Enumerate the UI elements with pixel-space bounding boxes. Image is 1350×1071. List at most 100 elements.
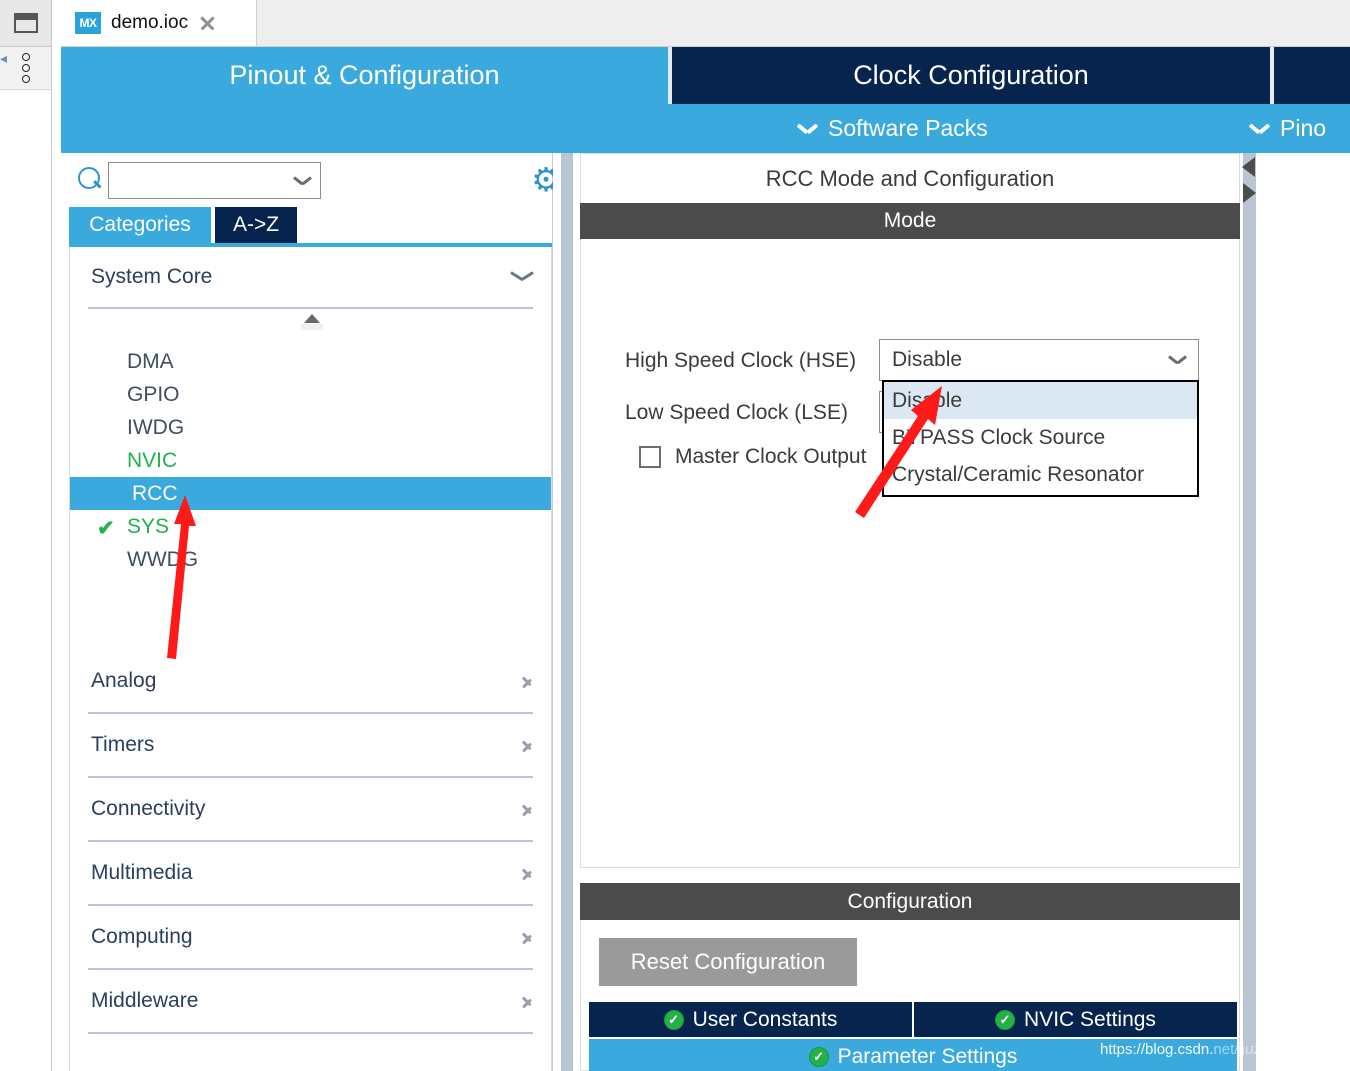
lse-label-row: Low Speed Clock (LSE) [625,401,848,425]
sidebar-item-gpio-label: GPIO [127,382,180,406]
file-tab-strip: MX demo.ioc [61,0,1350,47]
sidebar-group-system-core[interactable]: System Core [70,247,551,307]
file-tab-label: demo.ioc [111,12,189,33]
check-circle-icon: ✓ [995,1009,1016,1030]
check-icon: ✔ [97,517,115,540]
dropdown-option-disable[interactable]: Disable [884,382,1197,419]
search-row: ⚙ [61,153,561,206]
sub-tab-bar: Software Packs Pino [61,104,1350,153]
dropdown-option-crystal-ceramic-resonator[interactable]: Crystal/Ceramic Resonator [884,456,1197,493]
chevron-right-icon[interactable] [521,799,533,819]
sidebar-item-wwdg-label: WWDG [127,547,199,571]
tab-pinout-configuration-label: Pinout & Configuration [229,60,500,90]
sidebar-item-sys-label: SYS [127,514,170,538]
mode-section-header: Mode [580,203,1240,239]
tab-user-constants-label: User Constants [692,1007,838,1031]
sidebar-category-computing[interactable]: Computing [70,906,551,968]
tree-scroll-indicator[interactable] [70,309,551,345]
stm32cubemx-window: ◂ MX demo.ioc Pinout & Configuration Clo… [0,0,1350,1071]
sidebar-category-analog[interactable]: Analog [70,650,551,712]
gutter-bar[interactable] [561,153,573,1071]
rcc-panel: RCC Mode and Configuration Mode High Spe… [580,153,1240,1071]
sidebar-item-nvic-label: NVIC [127,448,178,472]
hse-label-row: High Speed Clock (HSE) [625,349,856,373]
sidebar-category-middleware[interactable]: Middleware [70,970,551,1032]
sub-item-pinout[interactable]: Pino [1250,115,1326,142]
chevron-right-icon[interactable] [521,991,533,1011]
dropdown-option-bypass-clock-source-label: BYPASS Clock Source [892,425,1106,449]
arrow-left-icon[interactable] [1242,157,1255,177]
master-clock-output-row[interactable]: Master Clock Output [639,445,866,469]
chevron-down-icon[interactable] [1169,355,1186,365]
chevron-right-icon[interactable] [521,927,533,947]
file-tab-demo-ioc[interactable]: MX demo.ioc [61,0,257,46]
tab-clock-configuration[interactable]: Clock Configuration [672,47,1270,104]
sidebar-category-connectivity-label: Connectivity [91,797,206,820]
chevron-right-icon[interactable] [521,735,533,755]
chevron-right-icon[interactable] [521,671,533,691]
configuration-tab-row: ✓ User Constants ✓ NVIC Settings [589,1002,1237,1037]
sidebar-tab-a-to-z[interactable]: A->Z [215,207,297,243]
sub-item-software-packs[interactable]: Software Packs [798,115,988,142]
left-rail: ◂ [0,0,52,1071]
hse-mode-value: Disable [892,348,963,371]
close-icon[interactable] [198,14,216,32]
chevron-down-icon [1250,123,1269,134]
sidebar-tree: System Core DMA GPIO IWDG NVIC RCC ✔ SYS… [69,247,552,1071]
master-clock-output-checkbox[interactable] [639,446,661,468]
panel-collapse-gutter[interactable] [1240,153,1260,1071]
chevron-down-icon [798,123,817,134]
chevron-right-icon[interactable] [521,863,533,883]
sidebar-category-timers-label: Timers [91,733,155,756]
dropdown-option-bypass-clock-source[interactable]: BYPASS Clock Source [884,419,1197,456]
dropdown-option-disable-label: Disable [892,388,963,412]
tab-parameter-settings-label: Parameter Settings [837,1044,1018,1068]
sidebar-item-dma-label: DMA [127,349,174,373]
sidebar-category-timers[interactable]: Timers [70,714,551,776]
search-combobox[interactable] [108,162,321,199]
tab-nvic-settings[interactable]: ✓ NVIC Settings [914,1002,1237,1037]
sidebar-category-computing-label: Computing [91,925,193,948]
gutter-bar-right[interactable] [1243,153,1256,1071]
sidebar-item-gpio[interactable]: GPIO [70,378,551,411]
check-circle-icon: ✓ [663,1009,684,1030]
rail-panel-button[interactable] [0,0,51,47]
hse-label: High Speed Clock (HSE) [625,349,857,372]
chevron-down-icon[interactable] [294,176,311,186]
arrow-right-icon[interactable] [1243,183,1256,203]
reset-configuration-button[interactable]: Reset Configuration [599,938,857,986]
sidebar-tab-categories[interactable]: Categories [69,207,211,243]
window-icon [13,13,38,33]
pin-icon: ◂ [0,50,8,66]
sidebar-item-iwdg[interactable]: IWDG [70,411,551,444]
sidebar-tab-a-to-z-label: A->Z [232,213,280,236]
configuration-section-header: Configuration [580,883,1240,920]
hse-mode-combobox[interactable]: Disable [879,339,1199,381]
more-vertical-icon [21,53,30,83]
main-tab-bar: Pinout & Configuration Clock Configurati… [61,47,1350,104]
sidebar-resize-gutter[interactable] [553,153,580,1071]
tab-user-constants[interactable]: ✓ User Constants [589,1002,912,1037]
tab-third-partial[interactable] [1274,47,1350,104]
hse-mode-dropdown-list[interactable]: Disable BYPASS Clock Source Crystal/Cera… [882,380,1199,497]
mode-section-body: High Speed Clock (HSE) Disable Low Speed… [580,239,1240,868]
sidebar-item-sys[interactable]: ✔ SYS [70,510,551,543]
sidebar-item-dma[interactable]: DMA [70,345,551,378]
left-sidebar: ⚙ Categories A->Z System Core DMA GPIO I… [61,153,561,1071]
cubemx-logo-icon: MX [75,12,101,34]
sidebar-item-nvic[interactable]: NVIC [70,444,551,477]
search-icon [78,167,100,189]
sidebar-item-wwdg[interactable]: WWDG [70,543,551,576]
tab-clock-configuration-label: Clock Configuration [853,60,1089,90]
sidebar-category-connectivity[interactable]: Connectivity [70,778,551,840]
reset-configuration-button-label: Reset Configuration [630,949,826,974]
chevron-down-icon[interactable] [511,271,533,283]
sidebar-item-rcc[interactable]: RCC [70,477,551,510]
sidebar-category-multimedia[interactable]: Multimedia [70,842,551,904]
sidebar-category-analog-label: Analog [91,669,157,692]
tab-pinout-configuration[interactable]: Pinout & Configuration [61,47,668,104]
sidebar-category-multimedia-label: Multimedia [91,861,193,884]
sub-item-pinout-label: Pino [1280,115,1327,141]
search-input[interactable] [109,163,299,198]
page-title: RCC Mode and Configuration [580,153,1240,203]
